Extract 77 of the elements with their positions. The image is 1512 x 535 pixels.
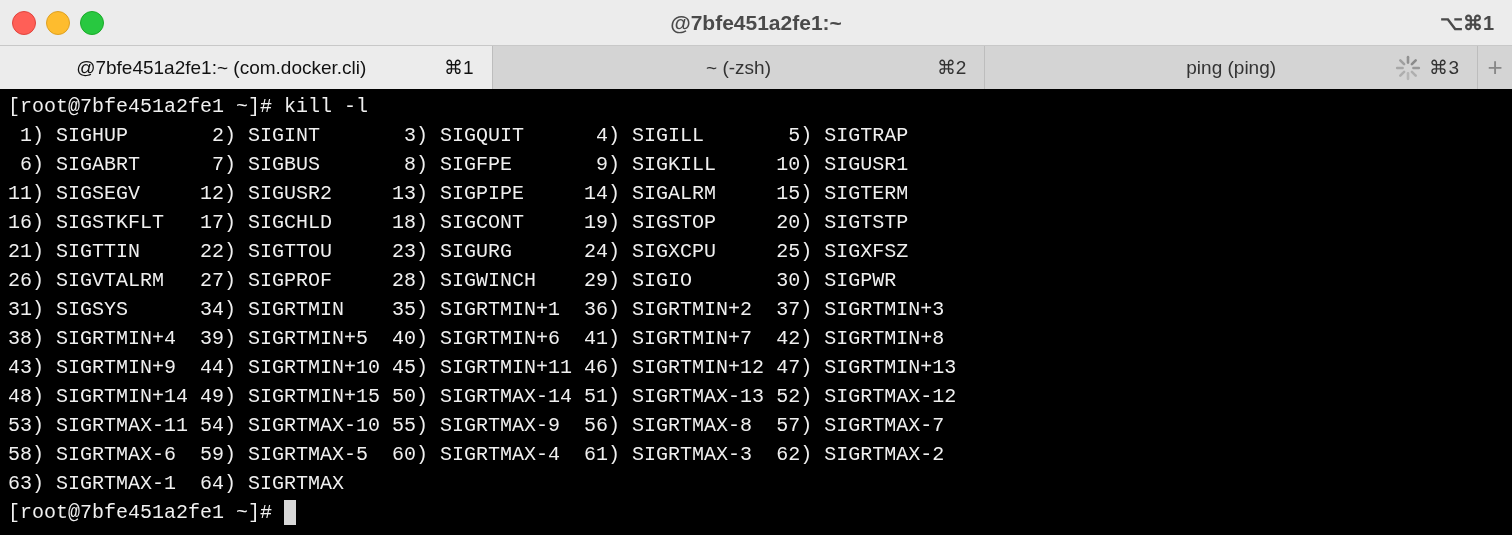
signal-entry: 13) SIGPIPE: [392, 181, 526, 207]
signal-entry: 8) SIGFPE: [403, 152, 514, 178]
signal-entry: 24) SIGXCPU: [584, 239, 718, 265]
terminal-prompt: [root@7bfe451a2fe1 ~]#: [8, 500, 273, 526]
window-title: @7bfe451a2fe1:~: [670, 10, 842, 35]
signal-entry: 46) SIGRTMIN+12: [584, 355, 766, 381]
signal-entry: 37) SIGRTMIN+3: [776, 297, 946, 323]
signal-entry: 2) SIGINT: [211, 123, 322, 149]
signal-entry: 53) SIGRTMAX-11: [8, 413, 190, 439]
tab-shortcut: ⌘2: [936, 56, 967, 79]
signal-entry: 17) SIGCHLD: [200, 210, 334, 236]
signal-entry: 23) SIGURG: [392, 239, 514, 265]
signal-entry: 16) SIGSTKFLT: [8, 210, 166, 236]
signal-entry: 31) SIGSYS: [8, 297, 130, 323]
signal-entry: 59) SIGRTMAX-5: [200, 442, 370, 468]
signal-entry: 58) SIGRTMAX-6: [8, 442, 178, 468]
signal-entry: 57) SIGRTMAX-7: [776, 413, 946, 439]
signal-entry: 62) SIGRTMAX-2: [776, 442, 946, 468]
signal-entry: 38) SIGRTMIN+4: [8, 326, 178, 352]
signal-entry: 5) SIGTRAP: [787, 123, 910, 149]
signal-entry: 54) SIGRTMAX-10: [200, 413, 382, 439]
signal-entry: 55) SIGRTMAX-9: [392, 413, 562, 439]
signal-entry: 64) SIGRTMAX: [200, 471, 346, 497]
tab-shortcut: ⌘1: [444, 56, 474, 79]
signal-entry: 26) SIGVTALRM: [8, 268, 166, 294]
signal-entry: 61) SIGRTMAX-3: [584, 442, 754, 468]
signal-entry: 50) SIGRTMAX-14: [392, 384, 574, 410]
tab[interactable]: @7bfe451a2fe1:~ (com.docker.cli) ⌘1: [0, 46, 493, 89]
signal-entry: 1) SIGHUP: [19, 123, 130, 149]
signal-entry: 44) SIGRTMIN+10: [200, 355, 382, 381]
signal-entry: 19) SIGSTOP: [584, 210, 718, 236]
window-shortcut: ⌥⌘1: [1439, 10, 1495, 35]
signal-entry: 21) SIGTTIN: [8, 239, 142, 265]
signal-entry: 7) SIGBUS: [211, 152, 322, 178]
signal-entry: 22) SIGTTOU: [200, 239, 334, 265]
signal-entry: 43) SIGRTMIN+9: [8, 355, 178, 381]
zoom-button[interactable]: [80, 10, 104, 35]
signal-entry: 4) SIGILL: [595, 123, 706, 149]
signal-entry: 35) SIGRTMIN+1: [392, 297, 562, 323]
tab-shortcut: ⌘3: [1429, 56, 1459, 79]
signal-entry: 42) SIGRTMIN+8: [776, 326, 946, 352]
signal-entry: 15) SIGTERM: [776, 181, 910, 207]
signal-entry: 18) SIGCONT: [392, 210, 526, 236]
cursor: [284, 500, 297, 525]
signal-entry: 25) SIGXFSZ: [776, 239, 910, 265]
signal-entry: 29) SIGIO: [584, 268, 694, 294]
signal-entry: 14) SIGALRM: [584, 181, 718, 207]
close-button[interactable]: [12, 10, 36, 35]
signal-entry: 6) SIGABRT: [19, 152, 142, 178]
signal-entry: 12) SIGUSR2: [200, 181, 334, 207]
signal-entry: 49) SIGRTMIN+15: [200, 384, 382, 410]
signal-entry: 10) SIGUSR1: [776, 152, 910, 178]
signal-entry: 48) SIGRTMIN+14: [8, 384, 190, 410]
signal-entry: 11) SIGSEGV: [8, 181, 142, 207]
signal-entry: 27) SIGPROF: [200, 268, 334, 294]
signal-entry: 36) SIGRTMIN+2: [584, 297, 754, 323]
signal-entry: 56) SIGRTMAX-8: [584, 413, 754, 439]
signal-entry: 3) SIGQUIT: [403, 123, 526, 149]
signal-entry: 63) SIGRTMAX-1: [8, 471, 178, 497]
signal-entry: 28) SIGWINCH: [392, 268, 538, 294]
minimize-button[interactable]: [46, 10, 70, 35]
tab-label: @7bfe451a2fe1:~ (com.docker.cli): [76, 56, 367, 79]
signal-entry: 51) SIGRTMAX-13: [584, 384, 766, 410]
signal-entry: 9) SIGKILL: [595, 152, 718, 178]
signal-entry: 20) SIGTSTP: [776, 210, 910, 236]
signal-entry: 45) SIGRTMIN+11: [392, 355, 574, 381]
tab-label: ~ (-zsh): [706, 56, 771, 79]
signal-entry: 41) SIGRTMIN+7: [584, 326, 754, 352]
signal-entry: 40) SIGRTMIN+6: [392, 326, 562, 352]
tab-label: ping (ping): [1186, 56, 1277, 79]
signal-entry: 30) SIGPWR: [776, 268, 898, 294]
signal-entry: 34) SIGRTMIN: [200, 297, 346, 323]
signal-entry: 47) SIGRTMIN+13: [776, 355, 958, 381]
signal-entry: 39) SIGRTMIN+5: [200, 326, 370, 352]
terminal-line: [root@7bfe451a2fe1 ~]# kill -l: [8, 94, 369, 120]
signal-entry: 60) SIGRTMAX-4: [392, 442, 562, 468]
signal-entry: 52) SIGRTMAX-12: [776, 384, 958, 410]
